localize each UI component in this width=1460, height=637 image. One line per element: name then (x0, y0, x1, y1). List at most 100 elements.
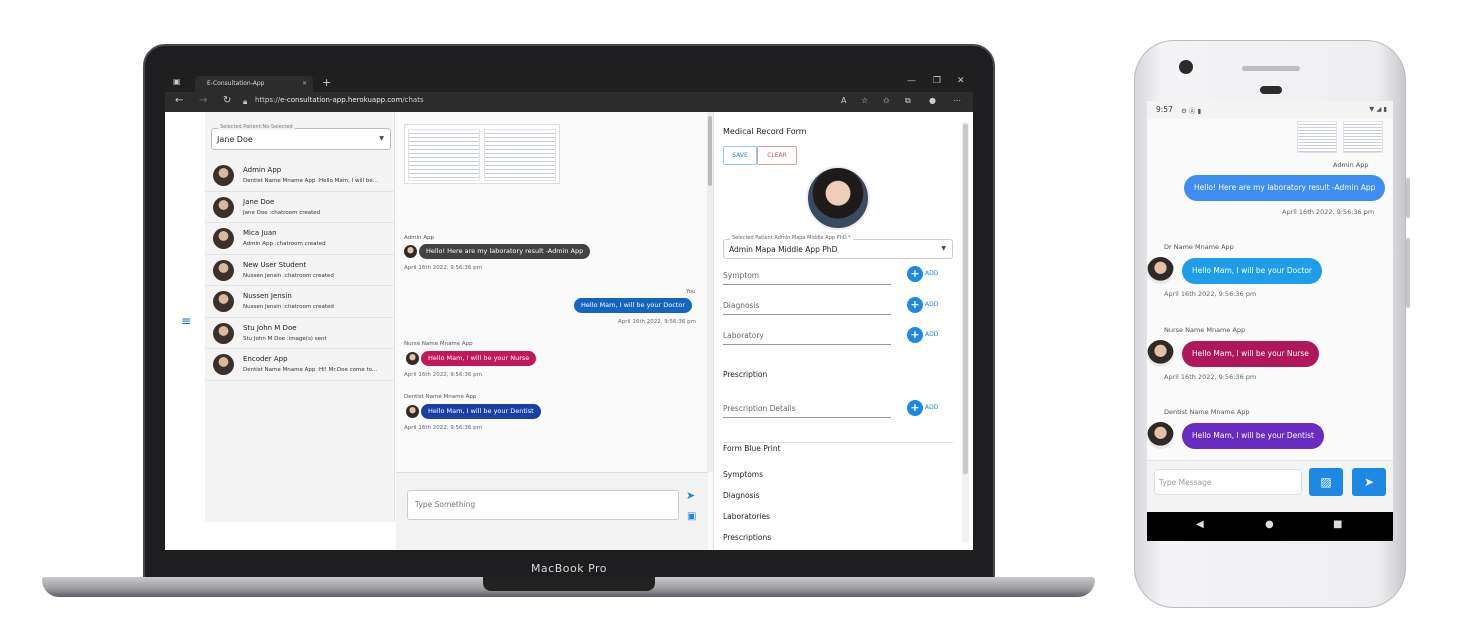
contact-item[interactable]: Encoder App Dentist Name Mname App :Hi! M… (205, 349, 395, 381)
favorites-list-icon[interactable]: ✩ (883, 96, 890, 105)
forward-arrow-icon[interactable]: → (199, 95, 207, 106)
plus-icon: + (907, 297, 923, 313)
lab-result-images[interactable] (404, 124, 560, 184)
contact-name: Mica Juan (243, 229, 277, 237)
browser-tab-bar: ▣ E-Consultation-App ✕ + — ❐ ✕ (165, 74, 973, 92)
lock-icon: 🔒︎ (243, 97, 248, 106)
recents-icon[interactable]: ■ (1333, 519, 1342, 530)
add-image-icon[interactable]: ▣ (687, 511, 696, 522)
send-button[interactable]: ➤ (1352, 468, 1386, 496)
record-patient-label: Selected Patient:Admin Mapa Middle App P… (730, 235, 853, 241)
medical-record-panel: Medical Record Form SAVE CLEAR Selected … (715, 112, 973, 550)
contact-item[interactable]: Mica Juan Admin App :chatroom created (205, 223, 395, 255)
message-bubble: Hello Mam, I will be your Doctor (574, 298, 693, 313)
collections-icon[interactable]: ⧉ (905, 96, 911, 106)
message-sender: Dentist Name Mname App (1164, 408, 1250, 416)
blueprint-item[interactable]: Symptoms (723, 470, 763, 479)
home-icon[interactable]: ● (1265, 519, 1274, 530)
message-timestamp: April 16th 2022, 9:56:36 pm (404, 372, 483, 378)
blueprint-item[interactable]: Prescriptions (723, 533, 771, 542)
back-arrow-icon[interactable]: ← (175, 95, 183, 106)
contact-name: Stu John M Doe (243, 323, 297, 332)
record-scrollbar[interactable] (962, 122, 969, 542)
prescription-details-field[interactable]: Prescription Details (723, 402, 891, 418)
image-button[interactable]: ▨ (1309, 468, 1343, 496)
message-sender: Dentist Name Mname App (404, 394, 477, 400)
message-input[interactable]: Type Message (1154, 469, 1302, 495)
chevron-down-icon: ▼ (379, 135, 384, 142)
add-label: ADD (925, 301, 939, 308)
plus-icon: + (907, 266, 923, 282)
message-input[interactable]: Type Something (407, 490, 679, 520)
save-button[interactable]: SAVE (723, 146, 757, 165)
contact-name: Nussen Jensin (243, 292, 292, 300)
message-sender: You (686, 289, 696, 295)
profile-icon[interactable]: ● (929, 96, 936, 105)
favorite-icon[interactable]: ☆ (861, 96, 868, 105)
url-scheme: https:// (255, 96, 281, 104)
contact-preview: Nussen Jensin :chatroom created (243, 272, 334, 279)
lab-result-images[interactable] (1295, 119, 1387, 155)
symptom-field[interactable]: Symptom (723, 269, 891, 285)
message-bubble: Hello! Here are my laboratory result -Ad… (1184, 175, 1386, 201)
maximize-icon[interactable]: ❐ (933, 76, 941, 86)
record-form-title: Medical Record Form (723, 127, 807, 136)
clear-button[interactable]: CLEAR (757, 146, 797, 165)
back-icon[interactable]: ◀ (1196, 519, 1204, 530)
tab-close-icon[interactable]: ✕ (302, 76, 307, 92)
power-button (1406, 238, 1410, 308)
message-bubble: Hello Mam, I will be your Nurse (421, 351, 537, 366)
message-sender: Admin App (1333, 161, 1369, 169)
send-icon[interactable]: ➤ (686, 489, 695, 502)
laboratory-field[interactable]: Laboratory (723, 329, 891, 345)
url-field[interactable]: https://e-consultation-app.herokuapp.com… (255, 96, 424, 104)
contact-preview: Dentist Name Mname App :Hello Mam, I wil… (243, 178, 378, 184)
add-label: ADD (925, 331, 939, 338)
message-bubble: Hello Mam, I will be your Dentist (421, 404, 541, 419)
message-bubble: Hello! Here are my laboratory result -Ad… (419, 244, 591, 259)
message-timestamp: April 16th 2022, 9:56:36 pm (404, 265, 483, 271)
front-camera (1179, 60, 1193, 74)
more-options-icon[interactable]: ⋯ (953, 96, 961, 105)
contact-name: New User Student (243, 260, 307, 269)
lab-result-thumbnail[interactable] (1343, 121, 1383, 153)
notification-icons: ⚙ Ⓐ ▮ (1181, 107, 1202, 115)
record-patient-value: Admin Mapa Middle App PhD (729, 245, 838, 254)
new-tab-icon[interactable]: + (322, 76, 331, 89)
contact-item[interactable]: Jane Doe Jane Doe :chatroom created (205, 192, 395, 223)
message-bubble: Hello Mam, I will be your Doctor (1182, 258, 1323, 284)
contact-item[interactable]: New User Student Nussen Jensin :chatroom … (205, 255, 395, 286)
read-aloud-icon[interactable]: A (841, 96, 846, 105)
message-timestamp: April 16th 2022, 9:56:36 pm (404, 425, 483, 431)
browser-tab[interactable]: E-Consultation-App ✕ (195, 76, 313, 92)
lab-result-thumbnail[interactable] (1297, 121, 1337, 153)
patient-select[interactable]: Selected Patient:No-Selected Jane Doe ▼ (211, 124, 391, 150)
avatar (213, 259, 234, 281)
android-nav-bar: ◀ ● ■ (1147, 512, 1393, 541)
record-patient-select[interactable]: Selected Patient:Admin Mapa Middle App P… (723, 235, 953, 259)
lab-result-thumbnail[interactable] (408, 129, 480, 181)
scrollbar-thumb[interactable] (963, 124, 968, 474)
blueprint-item[interactable]: Diagnosis (723, 491, 759, 500)
scrollbar-thumb[interactable] (708, 116, 712, 186)
diagnosis-field[interactable]: Diagnosis (723, 299, 891, 315)
contact-item[interactable]: Stu John M Doe Stu John M Doe :image(s) s… (205, 318, 395, 349)
menu-icon[interactable]: ≡ (181, 314, 191, 328)
minimize-icon[interactable]: — (907, 76, 916, 86)
patient-panel: Selected Patient:No-Selected Jane Doe ▼ … (205, 112, 395, 522)
contact-item[interactable]: Nussen Jensin Nussen Jensin :chatroom cre… (205, 286, 395, 318)
lab-result-thumbnail[interactable] (484, 129, 556, 181)
add-label: ADD (925, 270, 939, 277)
refresh-icon[interactable]: ↻ (223, 95, 231, 106)
blueprint-item[interactable]: Laboratories (723, 512, 770, 521)
contact-item[interactable]: Admin App Dentist Name Mname App :Hello M… (205, 160, 395, 192)
message-timestamp: April 16th 2022, 9:56:36 pm (1282, 208, 1375, 216)
volume-button (1406, 178, 1410, 218)
contact-preview: Admin App :chatroom created (243, 241, 326, 247)
patient-avatar (806, 166, 870, 230)
contact-name: Encoder App (243, 355, 288, 363)
chat-scrollbar[interactable] (707, 112, 713, 472)
tab-actions-icon[interactable]: ▣ (173, 77, 185, 89)
window-close-icon[interactable]: ✕ (957, 76, 965, 86)
message-timestamp: April 16th 2022, 9:56:36 pm (1164, 290, 1257, 298)
